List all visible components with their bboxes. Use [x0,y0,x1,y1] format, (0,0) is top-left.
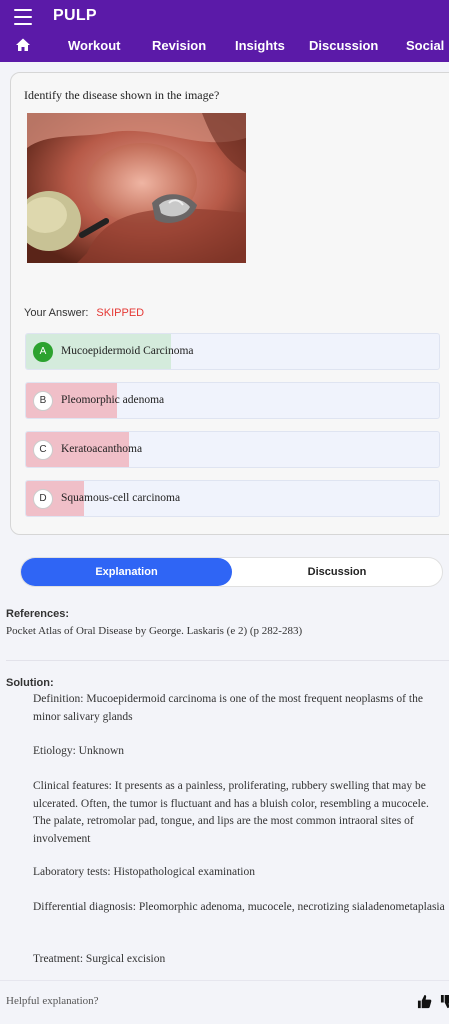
your-answer: Your Answer: SKIPPED [24,307,144,319]
solution-differential-diagnosis: Differential diagnosis: Pleomorphic aden… [33,901,445,913]
helpful-question: Helpful explanation? [6,995,99,1007]
references-heading: References: [6,608,69,620]
question-card: Identify the disease shown in the image?… [10,72,449,535]
option-b[interactable]: B Pleomorphic adenoma [25,382,440,419]
tab-insights[interactable]: Insights [235,38,285,53]
tab-revision[interactable]: Revision [152,38,206,53]
menu-icon[interactable] [14,9,32,25]
solution-heading: Solution: [6,677,54,689]
option-c[interactable]: C Keratoacanthoma [25,431,440,468]
option-a-badge: A [33,342,53,362]
option-d[interactable]: D Squamous-cell carcinoma [25,480,440,517]
tab-discussion[interactable]: Discussion [309,38,378,53]
option-c-label: Keratoacanthoma [61,443,143,455]
solution-clinical-features: Clinical features: It presents as a pain… [33,780,429,845]
app-bar: PULP Workout Revision Insights Discussio… [0,0,449,62]
explanation-tab[interactable]: Explanation [21,558,232,586]
option-b-label: Pleomorphic adenoma [61,394,165,406]
home-icon[interactable] [15,37,31,53]
explanation-toggle: Explanation Discussion [20,557,443,587]
tab-social[interactable]: Social [406,38,444,53]
option-d-label: Squamous-cell carcinoma [61,492,181,504]
divider [6,660,449,661]
app-title: PULP [53,7,97,24]
references-text: Pocket Atlas of Oral Disease by George. … [6,625,303,637]
thumbs-down-icon[interactable] [440,994,449,1009]
option-a[interactable]: A Mucoepidermoid Carcinoma [25,333,440,370]
question-text: Identify the disease shown in the image? [24,88,220,102]
your-answer-label: Your Answer: [24,307,89,319]
option-d-badge: D [33,489,53,509]
solution-etiology: Etiology: Unknown [33,745,125,757]
solution-definition: Definition: Mucoepidermoid carcinoma is … [33,693,423,723]
question-image [27,113,246,263]
nav-tabs: Workout Revision Insights Discussion Soc… [0,34,449,60]
discussion-tab[interactable]: Discussion [232,558,442,586]
option-c-badge: C [33,440,53,460]
tab-workout[interactable]: Workout [68,38,120,53]
solution-laboratory-tests: Laboratory tests: Histopathological exam… [33,866,255,878]
option-b-badge: B [33,391,53,411]
option-a-label: Mucoepidermoid Carcinoma [61,345,194,357]
feedback-footer: Helpful explanation? [0,980,449,1024]
solution-treatment: Treatment: Surgical excision [33,953,166,965]
thumbs-up-icon[interactable] [417,994,432,1009]
answer-status: SKIPPED [96,307,145,319]
